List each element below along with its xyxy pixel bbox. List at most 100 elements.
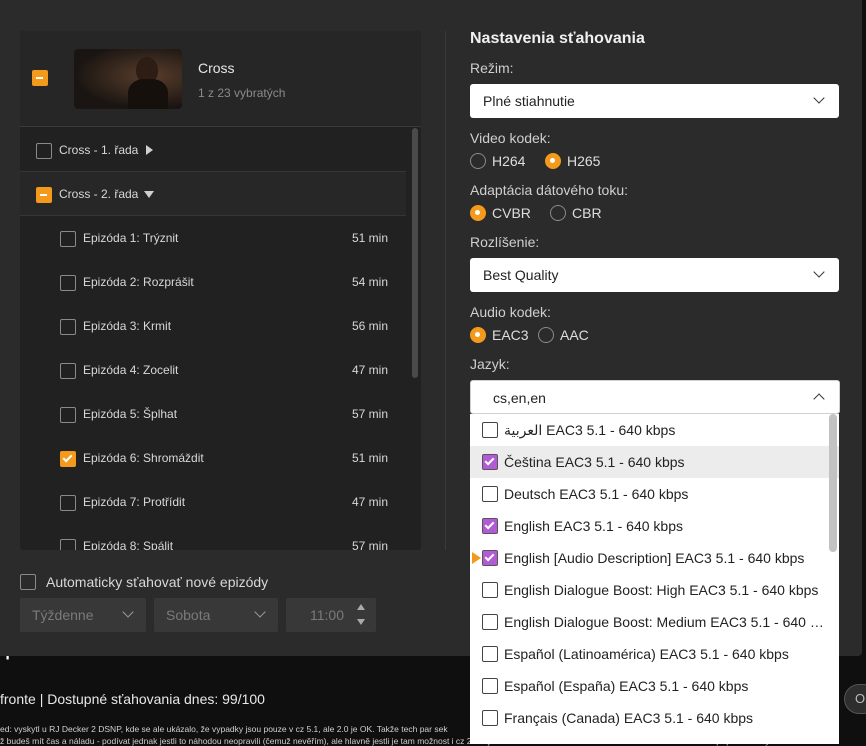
episode-duration: 56 min	[351, 319, 388, 333]
season-checkbox[interactable]	[36, 143, 52, 159]
episode-row[interactable]: Epizóda 3: Krmit 56 min	[20, 304, 406, 348]
option-label: English Dialogue Boost: High EAC3 5.1 - …	[504, 582, 819, 598]
bitrate-label: Adaptácia dátového toku:	[470, 182, 629, 198]
episode-row[interactable]: Epizóda 8: Spálit 57 min	[20, 524, 406, 550]
option-checkbox[interactable]	[482, 486, 498, 502]
episode-label: Epizóda 3: Krmit	[83, 319, 172, 333]
episode-checkbox[interactable]	[60, 319, 76, 335]
episode-label: Epizóda 5: Šplhat	[83, 407, 178, 421]
radio-cvbr[interactable]	[470, 205, 486, 221]
episode-duration: 54 min	[351, 275, 388, 289]
queue-status-text: fronte | Dostupné sťahovania dnes: 99/10…	[0, 691, 265, 707]
episode-label: Epizóda 7: Protřídit	[83, 495, 186, 509]
option-label: العربية EAC3 5.1 - 640 kbps	[504, 422, 676, 438]
option-checkbox[interactable]	[482, 582, 498, 598]
episode-checkbox[interactable]	[60, 451, 76, 467]
option-label: English Dialogue Boost: Medium EAC3 5.1 …	[504, 614, 826, 630]
season-label: Cross - 1. řada	[59, 143, 139, 157]
resolution-value: Best Quality	[483, 267, 559, 283]
chevron-down-icon	[122, 606, 134, 618]
option-checkbox[interactable]	[482, 678, 498, 694]
mode-label: Režim:	[470, 60, 514, 76]
time-input[interactable]: 11:00	[286, 598, 376, 632]
increment-icon[interactable]	[357, 604, 365, 610]
episode-list: Cross - 1. řada Cross - 2. řada Epizóda …	[20, 128, 421, 550]
episode-checkbox[interactable]	[60, 539, 76, 550]
episode-checkbox[interactable]	[60, 407, 76, 423]
language-option[interactable]: Čeština EAC3 5.1 - 640 kbps	[470, 446, 839, 478]
language-option[interactable]: English EAC3 5.1 - 640 kbps	[470, 510, 839, 542]
option-label: English [Audio Description] EAC3 5.1 - 6…	[504, 550, 805, 566]
episode-checkbox[interactable]	[60, 275, 76, 291]
language-option[interactable]: العربية EAC3 5.1 - 640 kbps	[470, 414, 839, 446]
season-label: Cross - 2. řada	[59, 187, 139, 201]
frequency-select[interactable]: Týždenne	[20, 598, 146, 632]
option-checkbox[interactable]	[482, 646, 498, 662]
collapse-arrow-icon[interactable]	[144, 191, 154, 198]
radio-cbr[interactable]	[550, 205, 566, 221]
show-header: Cross 1 z 23 vybratých	[20, 31, 421, 127]
option-label: Español (Latinoamérica) EAC3 5.1 - 640 k…	[504, 646, 789, 662]
season-row[interactable]: Cross - 2. řada	[20, 172, 406, 216]
season-row[interactable]: Cross - 1. řada	[20, 128, 406, 172]
option-checkbox[interactable]	[482, 518, 498, 534]
episode-list-scrollbar[interactable]	[412, 128, 418, 378]
episode-checkbox[interactable]	[60, 495, 76, 511]
option-checkbox[interactable]	[482, 454, 498, 470]
language-option[interactable]: Français (Canada) EAC3 5.1 - 640 kbps	[470, 702, 839, 734]
auto-download-checkbox[interactable]	[20, 574, 36, 590]
episode-label: Epizóda 8: Spálit	[83, 539, 174, 550]
episode-label: Epizóda 4: Zocelit	[83, 363, 179, 377]
day-select[interactable]: Sobota	[154, 598, 278, 632]
episode-row[interactable]: Epizóda 7: Protřídit 47 min	[20, 480, 406, 524]
radio-h264[interactable]	[470, 153, 486, 169]
language-option[interactable]: Español (España) EAC3 5.1 - 640 kbps	[470, 670, 839, 702]
episode-row[interactable]: Epizóda 5: Šplhat 57 min	[20, 392, 406, 436]
radio-label: CVBR	[492, 205, 531, 221]
language-option[interactable]: English [Audio Description] EAC3 5.1 - 6…	[470, 542, 839, 574]
option-checkbox[interactable]	[482, 422, 498, 438]
episode-checkbox[interactable]	[60, 231, 76, 247]
chevron-down-icon	[254, 606, 266, 618]
language-menu-scrollbar[interactable]	[829, 414, 837, 552]
decrement-icon[interactable]	[357, 619, 365, 625]
episode-label: Epizóda 1: Trýznit	[83, 231, 179, 245]
mode-select[interactable]: Plné stiahnutie	[470, 84, 839, 118]
season-checkbox[interactable]	[36, 187, 52, 203]
option-label: Deutsch EAC3 5.1 - 640 kbps	[504, 486, 689, 502]
option-checkbox[interactable]	[482, 614, 498, 630]
selection-count: 1 z 23 vybratých	[198, 86, 286, 100]
language-option[interactable]: Deutsch EAC3 5.1 - 640 kbps	[470, 478, 839, 510]
language-options-menu: العربية EAC3 5.1 - 640 kbps Čeština EAC3…	[470, 414, 839, 744]
mode-value: Plné stiahnutie	[483, 93, 575, 109]
radio-label: H265	[567, 153, 601, 169]
radio-aac[interactable]	[538, 327, 554, 343]
episode-row[interactable]: Epizóda 1: Trýznit 51 min	[20, 216, 406, 260]
resolution-select[interactable]: Best Quality	[470, 258, 839, 292]
chevron-up-icon	[813, 393, 825, 405]
episode-row[interactable]: Epizóda 4: Zocelit 47 min	[20, 348, 406, 392]
episode-selector: Cross 1 z 23 vybratých Cross - 1. řada C…	[20, 31, 421, 550]
option-label: Français (Canada) EAC3 5.1 - 640 kbps	[504, 710, 754, 726]
language-option[interactable]: Español (Latinoamérica) EAC3 5.1 - 640 k…	[470, 638, 839, 670]
option-checkbox[interactable]	[482, 550, 498, 566]
language-select[interactable]: cs,en,en	[470, 380, 840, 414]
option-checkbox[interactable]	[482, 710, 498, 726]
chevron-down-icon	[813, 266, 825, 278]
background-button[interactable]: O	[844, 684, 866, 714]
expand-arrow-icon[interactable]	[146, 145, 153, 155]
episode-row[interactable]: Epizóda 2: Rozprášit 54 min	[20, 260, 406, 304]
language-label: Jazyk:	[470, 356, 510, 372]
episode-duration: 51 min	[351, 451, 388, 465]
radio-eac3[interactable]	[470, 327, 486, 343]
episode-row[interactable]: Epizóda 6: Shromáždit 51 min	[20, 436, 406, 480]
episode-checkbox[interactable]	[60, 363, 76, 379]
show-checkbox[interactable]	[32, 70, 48, 86]
day-value: Sobota	[166, 607, 211, 623]
pointer-marker-icon	[472, 552, 481, 564]
radio-h265[interactable]	[545, 153, 561, 169]
language-option[interactable]: English Dialogue Boost: Medium EAC3 5.1 …	[470, 606, 839, 638]
radio-label: H264	[492, 153, 526, 169]
show-thumbnail	[74, 49, 182, 109]
language-option[interactable]: English Dialogue Boost: High EAC3 5.1 - …	[470, 574, 839, 606]
